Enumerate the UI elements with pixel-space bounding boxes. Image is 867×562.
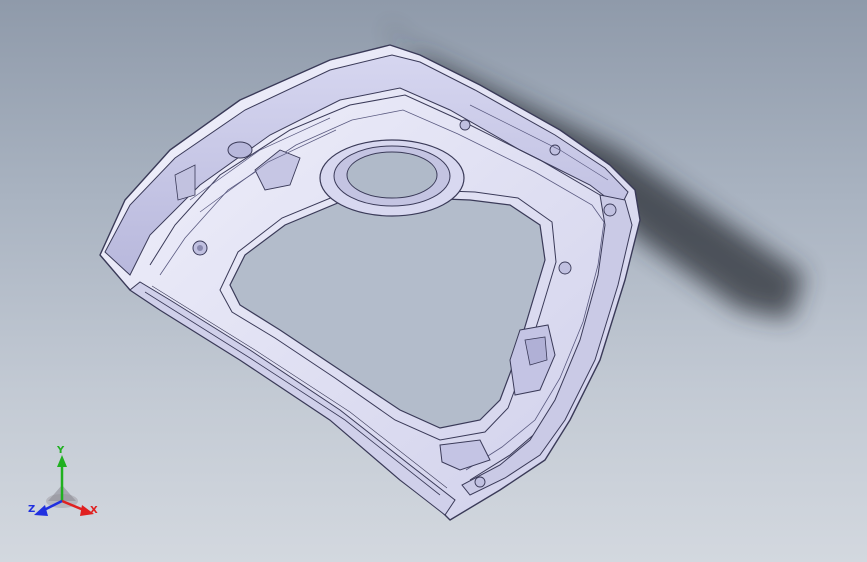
circular-boss: [319, 139, 465, 217]
x-axis-label: X: [90, 505, 98, 516]
y-axis-label: Y: [57, 445, 65, 456]
hood-inner-panel[interactable]: [99, 44, 641, 521]
cad-graphics-viewport[interactable]: Y X Z: [0, 0, 867, 562]
y-axis-arrow: [57, 455, 67, 467]
z-axis-label: Z: [28, 504, 36, 515]
reference-triad: Y X Z: [20, 445, 110, 525]
z-axis-arrow: [34, 505, 48, 516]
cad-model-view[interactable]: [0, 0, 867, 562]
main-opening: [229, 197, 546, 429]
